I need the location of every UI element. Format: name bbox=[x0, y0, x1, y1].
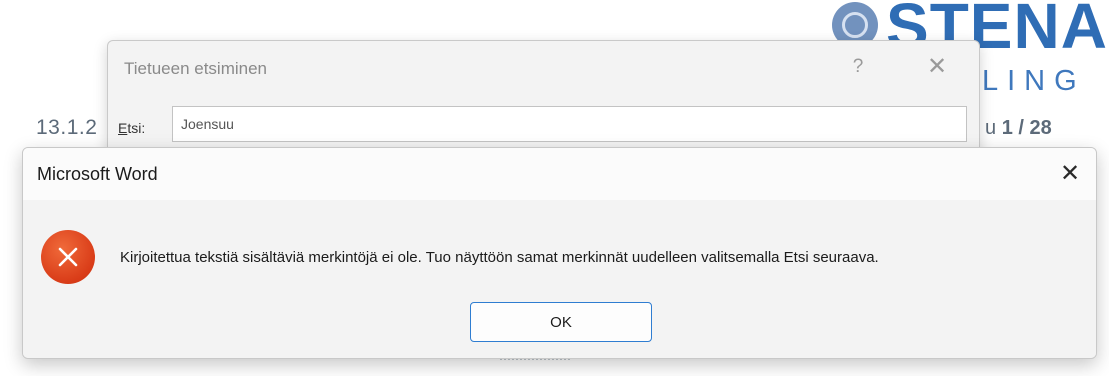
find-label-accesskey: E bbox=[118, 120, 128, 136]
error-icon bbox=[41, 230, 95, 284]
document-date-fragment: 13.1.2 bbox=[36, 116, 98, 139]
ok-button[interactable]: OK bbox=[470, 302, 652, 342]
word-message-box: Microsoft Word ✕ Kirjoitettua tekstiä si… bbox=[22, 147, 1097, 359]
message-box-title: Microsoft Word bbox=[37, 164, 158, 184]
logo-subtext: LING bbox=[982, 65, 1086, 97]
find-label-rest: tsi: bbox=[127, 120, 146, 136]
find-search-input[interactable] bbox=[172, 106, 967, 142]
help-icon[interactable]: ? bbox=[844, 53, 872, 81]
message-box-titlebar: Microsoft Word ✕ bbox=[23, 148, 1096, 200]
message-box-close-icon[interactable]: ✕ bbox=[1052, 156, 1088, 192]
document-page-indicator: u 1 / 28 bbox=[985, 117, 1052, 140]
message-box-body: Kirjoitettua tekstiä sisältäviä merkintö… bbox=[23, 200, 1096, 358]
find-dialog-close-icon[interactable]: ✕ bbox=[920, 51, 954, 83]
page-prefix: u bbox=[985, 117, 1002, 139]
find-dialog-title: Tietueen etsiminen bbox=[124, 59, 268, 78]
screen: STENA LING 13.1.2 u 1 / 28 Tietueen etsi… bbox=[0, 0, 1109, 376]
message-text: Kirjoitettua tekstiä sisältäviä merkintö… bbox=[120, 249, 879, 266]
page-value: 1 / 28 bbox=[1001, 117, 1052, 139]
find-label: Etsi: bbox=[118, 120, 145, 136]
